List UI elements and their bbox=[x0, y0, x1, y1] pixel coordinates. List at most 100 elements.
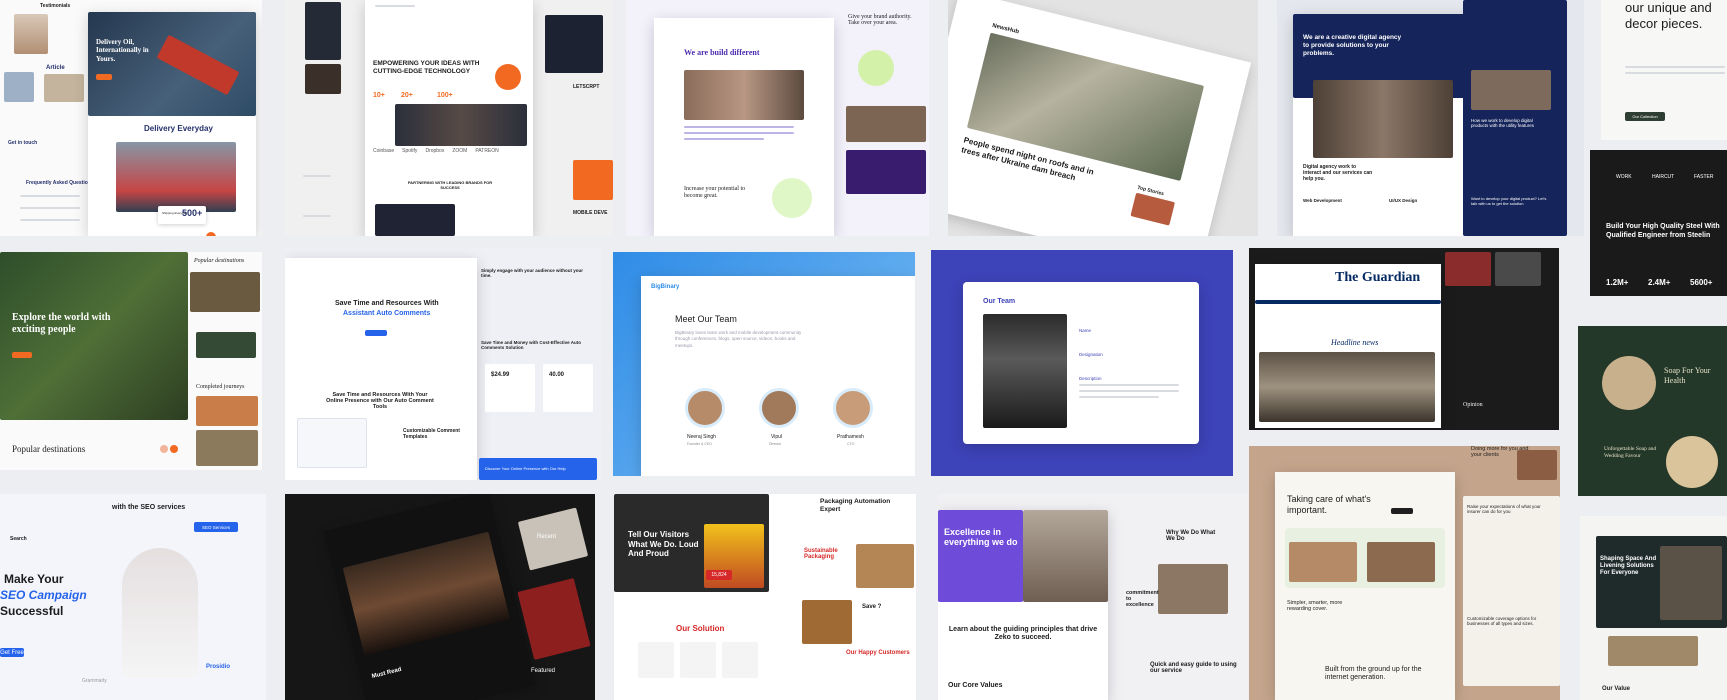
side-panel bbox=[1463, 496, 1560, 686]
tile-shaping-space[interactable]: Shaping Space And Livening Solutions For… bbox=[1580, 516, 1727, 700]
build-card: We are build different Increase your pot… bbox=[654, 18, 834, 236]
tile-seo[interactable]: with the SEO services Search SEO Service… bbox=[0, 494, 266, 700]
hero-line-1: Make Your bbox=[4, 572, 64, 586]
faq-line bbox=[20, 219, 80, 221]
brand-3: FASTER bbox=[1694, 174, 1714, 180]
tile-delivery-oil[interactable]: Testimonials Article Get in touch Freque… bbox=[0, 0, 262, 236]
side-photo bbox=[196, 430, 258, 466]
desc-line bbox=[1079, 390, 1179, 392]
logo-patreon: PATREON bbox=[475, 148, 499, 154]
hero-button[interactable] bbox=[12, 352, 32, 358]
testimonial-heading: Testimonials bbox=[40, 3, 71, 9]
commitment: commitment to excellence bbox=[1126, 590, 1159, 608]
brand-1: WORK bbox=[1616, 174, 1632, 180]
team-photo bbox=[395, 104, 527, 146]
partnering-title: PARTNERING WITH LEADING BRANDS FOR SUCCE… bbox=[407, 180, 493, 190]
tile-packaging[interactable]: Tell Our Visitors What We Do. Loud And P… bbox=[614, 494, 916, 700]
tile-guardian[interactable]: The Guardian Headline news Opinion bbox=[1249, 248, 1559, 430]
tile-magazine[interactable]: Must Read Recent Featured bbox=[285, 494, 595, 700]
tile-bigbinary[interactable]: BigBinary Meet Our Team BigBinary loves … bbox=[613, 252, 915, 476]
brand-image bbox=[375, 204, 455, 236]
tile-creative-agency[interactable]: We are a creative digital agency to prov… bbox=[1277, 0, 1584, 236]
tile-build-different[interactable]: We are build different Increase your pot… bbox=[626, 0, 929, 236]
stat: 100+ bbox=[437, 92, 453, 99]
text-line bbox=[1625, 66, 1725, 68]
hero-forest bbox=[0, 252, 188, 420]
sustainable-title: Sustainable Packaging bbox=[804, 548, 838, 560]
team-photo bbox=[1313, 80, 1453, 158]
agency-card: We are a creative digital agency to prov… bbox=[1293, 14, 1473, 236]
hero-title: Tell Our Visitors What We Do. Loud And P… bbox=[628, 530, 699, 559]
orange-dot bbox=[206, 232, 216, 236]
service-1: Web Development bbox=[1303, 198, 1342, 203]
side-text-2: Raise your expectations of what your ins… bbox=[1467, 504, 1541, 514]
tile-empowering-ideas[interactable]: EMPOWERING YOUR IDEAS WITH CUTTING-EDGE … bbox=[285, 0, 613, 236]
logo-dropbox: Dropbox bbox=[425, 148, 445, 154]
side-image bbox=[305, 2, 341, 60]
section-title: Increase your potential to become great. bbox=[684, 186, 746, 200]
box-photo bbox=[856, 544, 914, 588]
side-logo: Prosidio bbox=[206, 664, 231, 670]
side-label: LETSCRPT bbox=[573, 84, 600, 90]
prev-button[interactable] bbox=[160, 445, 168, 453]
get-free-button[interactable]: Get Free bbox=[0, 648, 24, 657]
soap-title: Soap For Your Health bbox=[1664, 366, 1711, 385]
hero-purple bbox=[938, 510, 1023, 602]
solution-card bbox=[638, 642, 674, 678]
solution-card bbox=[722, 642, 758, 678]
dashboard-panel bbox=[297, 418, 367, 468]
stat: 1.2M+ bbox=[1606, 278, 1629, 287]
team-photo bbox=[1023, 510, 1108, 602]
tile-our-team[interactable]: Our Team Name Designation Description bbox=[931, 250, 1233, 476]
interior-photo bbox=[1660, 546, 1722, 620]
play-circle[interactable] bbox=[495, 64, 521, 90]
stat-value: 500+ bbox=[182, 208, 203, 218]
hero-title: Build Your High Quality Steel With Quali… bbox=[1606, 223, 1720, 240]
hero-button[interactable] bbox=[1391, 508, 1413, 514]
team-desc: BigBinary loves team work and mobile dev… bbox=[675, 330, 802, 348]
completed-journeys: Completed journeys bbox=[196, 384, 245, 390]
logo-zoom: ZOOM bbox=[452, 148, 468, 154]
services-text: with the SEO services bbox=[112, 504, 186, 511]
person-photo bbox=[14, 14, 48, 54]
side-photo bbox=[196, 396, 258, 426]
collection-button[interactable]: Our Collection bbox=[1625, 112, 1665, 121]
news-card: NewsHub People spend night on roofs and … bbox=[948, 0, 1252, 236]
tile-insurance[interactable]: Taking care of what's important. Simpler… bbox=[1249, 446, 1560, 700]
hero-button[interactable] bbox=[96, 74, 112, 80]
hero-title: Delivery Oil, Internationally in Yours. bbox=[96, 38, 149, 63]
right-title: Packaging Automation Expert bbox=[820, 498, 891, 513]
team-title: Meet Our Team bbox=[675, 314, 737, 324]
gear-icon bbox=[858, 50, 894, 86]
tile-soap[interactable]: Soap For Your Health Unforgettable Soap … bbox=[1578, 326, 1727, 496]
service-2: UI/UX Design bbox=[1389, 198, 1418, 203]
top-line bbox=[375, 5, 415, 7]
tile-decor[interactable]: our unique and decor pieces. Our Collect… bbox=[1601, 0, 1727, 140]
side-photo bbox=[196, 332, 256, 358]
auto-card: Save Time and Resources With Assistant A… bbox=[285, 258, 477, 480]
zeko-card: Excellence in everything we do Learn abo… bbox=[938, 510, 1108, 700]
stat: 2.4M+ bbox=[1648, 278, 1671, 287]
section-title: Digital agency work to interact and our … bbox=[1303, 164, 1373, 182]
tile-zeko[interactable]: Excellence in everything we do Learn abo… bbox=[938, 494, 1248, 700]
story-thumb bbox=[1130, 192, 1176, 226]
next-button[interactable] bbox=[170, 445, 178, 453]
tile-newshub[interactable]: NewsHub People spend night on roofs and … bbox=[948, 0, 1258, 236]
box-photo bbox=[802, 600, 852, 644]
guardian-logo: The Guardian bbox=[1335, 270, 1421, 285]
seo-badge: SEO Services bbox=[194, 522, 238, 532]
member-avatar bbox=[759, 388, 799, 428]
side-photo bbox=[1471, 70, 1551, 110]
text-line bbox=[684, 132, 794, 134]
tile-steelin[interactable]: WORK HAIRCUT FASTER Build Your High Qual… bbox=[1590, 150, 1727, 296]
right-column-image bbox=[573, 160, 613, 200]
tile-explore-world[interactable]: Explore the world with exciting people P… bbox=[0, 252, 262, 470]
side-label: MOBILE DEVE bbox=[573, 210, 608, 216]
right-column-image bbox=[545, 15, 603, 73]
hero-title: Shaping Space And Livening Solutions For… bbox=[1600, 556, 1657, 577]
tile-auto-comments[interactable]: Save Time and Resources With Assistant A… bbox=[285, 248, 601, 480]
hero-button[interactable] bbox=[365, 330, 387, 336]
nav-brand: Search bbox=[10, 536, 27, 542]
text-line bbox=[684, 138, 764, 140]
simpler-text: Simpler, smarter, more rewarding cover. bbox=[1287, 600, 1343, 612]
